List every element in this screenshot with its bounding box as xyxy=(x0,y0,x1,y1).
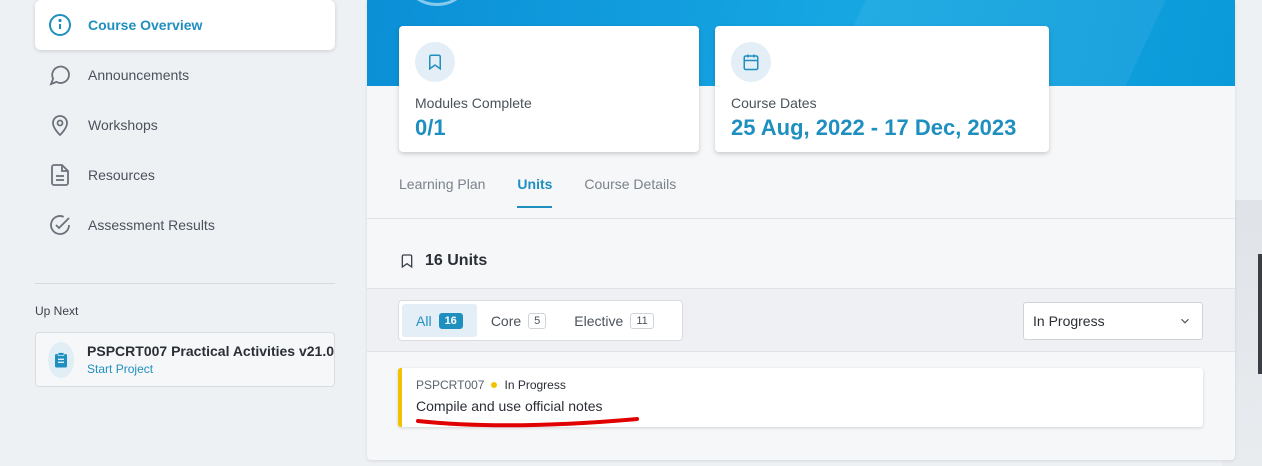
sidebar: Course Overview Announcements Workshops … xyxy=(0,0,350,466)
sidebar-item-course-overview[interactable]: Course Overview xyxy=(35,0,335,50)
units-filter-bar: All 16 Core 5 Elective 11 In Progress xyxy=(367,288,1235,352)
red-underline-annotation xyxy=(416,417,639,428)
sidebar-item-label: Workshops xyxy=(88,117,158,133)
status-select-value: In Progress xyxy=(1033,313,1105,329)
check-circle-icon xyxy=(47,212,73,238)
filter-label: Elective xyxy=(574,312,624,329)
bookmark-icon xyxy=(415,42,455,82)
banner-decoration-circle xyxy=(407,0,467,6)
filter-label: Core xyxy=(490,312,522,329)
filter-elective[interactable]: Elective 11 xyxy=(560,304,667,337)
modules-complete-value: 0/1 xyxy=(415,115,446,140)
sidebar-item-label: Course Overview xyxy=(88,17,203,33)
sidebar-item-workshops[interactable]: Workshops xyxy=(35,100,335,150)
sidebar-item-announcements[interactable]: Announcements xyxy=(35,50,335,100)
modules-complete-label: Modules Complete xyxy=(415,95,532,111)
tab-course-details[interactable]: Course Details xyxy=(584,176,676,208)
status-select[interactable]: In Progress xyxy=(1023,302,1203,340)
unit-type-filter: All 16 Core 5 Elective 11 xyxy=(398,300,683,341)
chat-bubble-icon xyxy=(47,62,73,88)
bookmark-icon xyxy=(401,254,413,269)
sidebar-item-resources[interactable]: Resources xyxy=(35,150,335,200)
filter-count-badge: 11 xyxy=(630,312,654,329)
map-pin-icon xyxy=(47,112,73,138)
status-dot xyxy=(491,382,498,388)
tab-units[interactable]: Units xyxy=(517,176,553,208)
filter-core[interactable]: Core 5 xyxy=(477,304,560,337)
unit-meta: PSPCRT007 In Progress xyxy=(416,378,1189,392)
course-dates-card: Course Dates 25 Aug, 2022 - 17 Dec, 2023 xyxy=(715,26,1049,152)
units-count-title: 16 Units xyxy=(425,252,488,269)
course-main-panel: Modules Complete 0/1 Course Dates 25 Aug… xyxy=(367,0,1235,460)
chevron-down-icon xyxy=(1181,318,1189,324)
up-next-label: Up Next xyxy=(35,304,79,318)
up-next-title: PSPCRT007 Practical Activities v21.0 xyxy=(87,343,334,359)
units-header: 16 Units xyxy=(399,252,487,270)
unit-title: Compile and use official notes xyxy=(416,398,603,414)
window-edge xyxy=(1258,254,1262,374)
up-next-text: PSPCRT007 Practical Activities v21.0 Sta… xyxy=(87,343,334,376)
info-icon xyxy=(47,12,73,38)
up-next-card[interactable]: PSPCRT007 Practical Activities v21.0 Sta… xyxy=(35,332,335,387)
document-icon xyxy=(47,162,73,188)
unit-code: PSPCRT007 xyxy=(416,378,485,392)
filter-count-badge: 16 xyxy=(438,312,463,329)
calendar-icon xyxy=(731,42,771,82)
tabs-divider xyxy=(367,218,1235,219)
start-project-link[interactable]: Start Project xyxy=(87,362,334,376)
sidebar-item-label: Announcements xyxy=(88,67,190,83)
filter-all[interactable]: All 16 xyxy=(402,304,477,337)
sidebar-item-label: Assessment Results xyxy=(88,217,215,233)
sidebar-divider xyxy=(35,283,335,284)
course-tabs: Learning Plan Units Course Details xyxy=(399,176,708,208)
filter-count-badge: 5 xyxy=(528,312,547,329)
modules-complete-card: Modules Complete 0/1 xyxy=(399,26,699,152)
filter-label: All xyxy=(416,312,432,329)
course-dates-label: Course Dates xyxy=(731,95,817,111)
clipboard-icon xyxy=(48,341,75,378)
tab-learning-plan[interactable]: Learning Plan xyxy=(399,176,485,208)
unit-status: In Progress xyxy=(504,378,566,392)
sidebar-item-label: Resources xyxy=(88,167,155,183)
sidebar-item-assessment-results[interactable]: Assessment Results xyxy=(35,200,335,250)
course-dates-value: 25 Aug, 2022 - 17 Dec, 2023 xyxy=(731,115,1017,140)
